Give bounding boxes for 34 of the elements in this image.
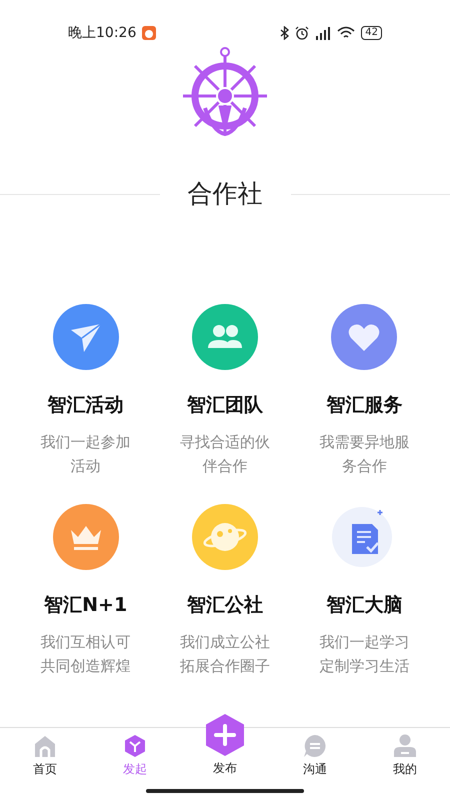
feature-title[interactable]: 智汇N+1 — [44, 592, 128, 618]
plus-icon — [206, 714, 244, 756]
feature-description: 我们一起参加活动 — [40, 432, 132, 477]
feature-description: 我们互相认可共同创造辉煌 — [40, 632, 132, 677]
feature-title[interactable]: 智汇活动 — [48, 392, 124, 418]
feature-title[interactable]: 智汇大脑 — [326, 592, 402, 618]
planet-icon — [192, 504, 258, 570]
feature-description: 我需要异地服务合作 — [318, 432, 410, 477]
battery-indicator: 42 — [361, 26, 382, 40]
nav-tab[interactable]: 我的 — [393, 734, 417, 777]
people-icon — [192, 304, 258, 370]
feature-description: 我们成立公社拓展合作圈子 — [178, 632, 271, 677]
feature-title[interactable]: 智汇公社 — [186, 592, 263, 618]
status-time: 晚上10:26 — [68, 24, 136, 42]
house-icon — [33, 734, 57, 758]
bluetooth-icon — [280, 26, 290, 40]
nav-tab[interactable]: 首页 — [33, 734, 57, 777]
user-icon — [393, 734, 417, 758]
feature-title[interactable]: 智汇服务 — [326, 392, 402, 418]
signal-icon — [315, 26, 332, 40]
page-title: 合作社 — [186, 178, 264, 210]
feature-description: 我们一起学习定制学习生活 — [318, 632, 410, 677]
crown-icon — [52, 504, 119, 570]
app-notification-icon — [142, 26, 156, 40]
feature-title[interactable]: 智汇团队 — [186, 392, 263, 418]
cube-icon — [123, 734, 147, 758]
feature-description: 寻找合适的伙伴合作 — [178, 432, 271, 477]
wifi-icon — [337, 26, 356, 40]
nav-tab[interactable]: 沟通 — [303, 734, 327, 777]
nav-tab[interactable]: 发起 — [123, 734, 147, 777]
chat-bubble-icon — [303, 734, 327, 758]
publish-tab[interactable]: 发布 — [206, 714, 244, 776]
paper-plane-icon — [52, 304, 119, 370]
alarm-icon — [295, 26, 310, 40]
